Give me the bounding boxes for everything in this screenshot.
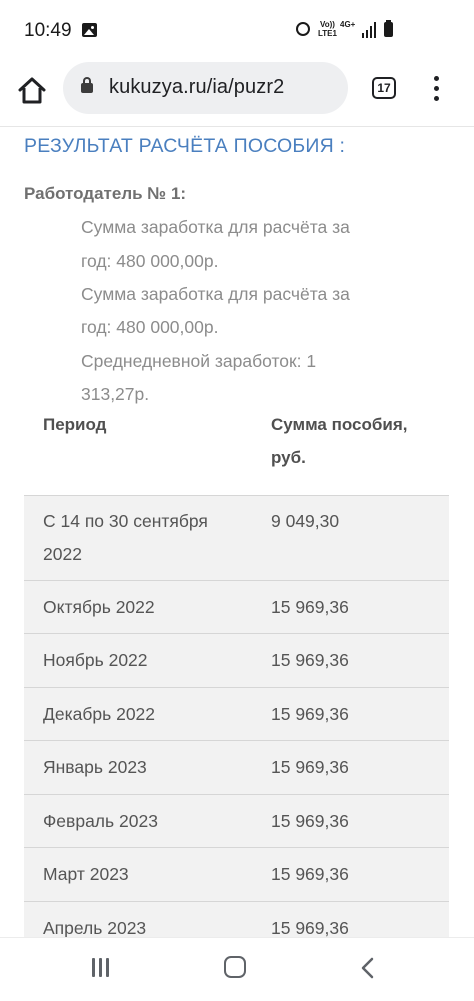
info-line: Среднедневной заработок: 1 [81,351,317,371]
table-row: Март 2023 15 969,36 [24,847,449,902]
gallery-icon [82,23,97,37]
sum-cell: 9 049,30 [271,511,340,531]
period-cell: С 14 по 30 сентября 2022 [43,505,208,571]
table-row: Февраль 2023 15 969,36 [24,794,449,848]
page-content: РЕЗУЛЬТАТ РАСЧЁТА ПОСОБИЯ : Работодатель… [0,127,474,937]
period-line2: 2022 [43,544,82,564]
sum-cell: 15 969,36 [271,597,349,617]
recent-apps-icon[interactable] [90,958,112,978]
navigation-bar [0,937,474,1001]
lock-icon[interactable] [81,77,93,93]
employer-label: Работодатель № 1: [24,184,187,203]
battery-icon [384,20,393,37]
info-line: год: 480 000,00р. [81,317,219,337]
sum-cell: 15 969,36 [271,811,349,831]
info-line: Сумма заработка для расчёта за [81,284,350,304]
back-icon[interactable] [358,957,378,979]
sum-cell: 15 969,36 [271,918,349,937]
volte-indicator: Vo)) LTE1 [318,20,337,38]
table-row: Октябрь 2022 15 969,36 [24,580,449,634]
table-row: Декабрь 2022 15 969,36 [24,687,449,741]
period-cell: Апрель 2023 [43,918,147,937]
header-sum-line1: Сумма пособия, [271,415,408,434]
alarm-icon [296,22,310,36]
period-line1: С 14 по 30 сентября [43,511,208,531]
period-cell: Ноябрь 2022 [43,650,148,670]
more-vert-icon[interactable] [426,74,446,104]
table-row: Январь 2023 15 969,36 [24,740,449,795]
browser-toolbar: kukuzya.ru/ia/puzr2 17 [0,60,474,127]
header-sum: Сумма пособия, руб. [271,408,407,474]
home-icon[interactable] [16,75,48,107]
sum-cell: 15 969,36 [271,704,349,724]
volte-line1: Vo)) [320,20,335,29]
info-line: год: 480 000,00р. [81,251,219,271]
info-line: 313,27р. [81,384,150,404]
page-title: РЕЗУЛЬТАТ РАСЧЁТА ПОСОБИЯ : [24,135,346,157]
header-sum-line2: руб. [271,448,306,467]
sum-cell: 15 969,36 [271,757,349,777]
status-bar: 10:49 Vo)) LTE1 4G+ [0,0,474,60]
period-cell: Октябрь 2022 [43,597,155,617]
period-cell: Январь 2023 [43,757,147,777]
sum-cell: 15 969,36 [271,650,349,670]
period-cell: Февраль 2023 [43,811,158,831]
status-time: 10:49 [24,20,72,41]
period-cell: Декабрь 2022 [43,704,156,724]
period-cell: Март 2023 [43,864,129,884]
info-line: Сумма заработка для расчёта за [81,217,350,237]
header-period: Период [43,415,107,434]
volte-line2: LTE1 [318,29,337,38]
table-row: Апрель 2023 15 969,36 [24,901,449,937]
signal-icon [362,22,376,38]
network-type: 4G+ [340,20,356,29]
table-row: С 14 по 30 сентября 2022 9 049,30 [24,495,449,581]
tabs-icon[interactable]: 17 [372,77,396,99]
url-text[interactable]: kukuzya.ru/ia/puzr2 [109,76,284,99]
sum-cell: 15 969,36 [271,864,349,884]
table-row: Ноябрь 2022 15 969,36 [24,633,449,688]
home-nav-icon[interactable] [224,956,246,978]
address-bar[interactable]: kukuzya.ru/ia/puzr2 [63,62,348,114]
